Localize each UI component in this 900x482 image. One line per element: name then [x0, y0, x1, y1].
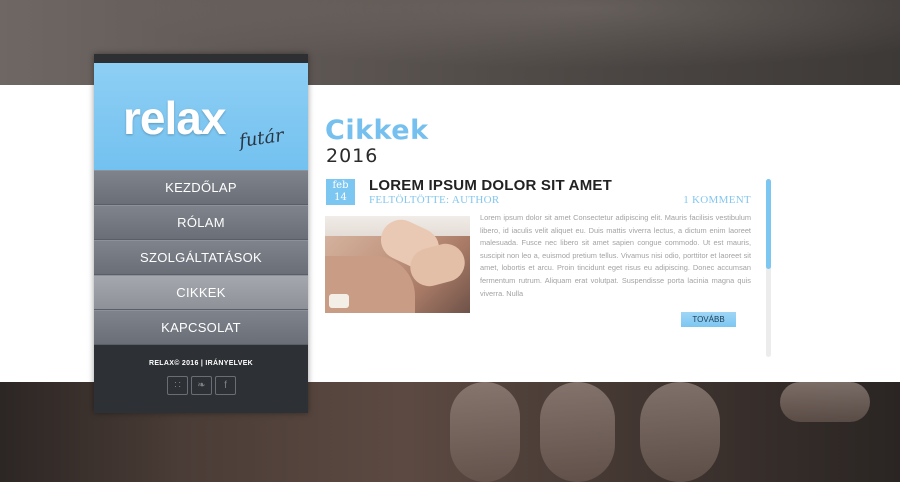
logo-main-text: relax [123, 92, 226, 144]
background-finger [450, 382, 520, 482]
post-comments-link[interactable]: 1 KOMMENT [683, 194, 751, 206]
post-date-badge: feb 14 [326, 179, 355, 205]
nav-item-kapcsolat[interactable]: KAPCSOLAT [94, 310, 308, 345]
main-nav: KEZDŐLAP RÓLAM SZOLGÁLTATÁSOK CIKKEK KAP… [94, 170, 308, 345]
sidebar: relax futár KEZDŐLAP RÓLAM SZOLGÁLTATÁSO… [94, 54, 308, 413]
sidebar-top-bar [94, 54, 308, 63]
logo[interactable]: relax futár [94, 63, 308, 170]
background-finger [780, 382, 870, 422]
background-finger [640, 382, 720, 482]
footer-copyright[interactable]: RELAX© 2016 | IRÁNYELVEK [94, 360, 308, 367]
page-year: 2016 [326, 145, 379, 167]
post-excerpt: Lorem ipsum dolor sit amet Consectetur a… [480, 213, 751, 298]
image-candle [329, 294, 349, 308]
rss-icon[interactable]: ∷ [167, 376, 188, 395]
page-title: Cikkek [325, 115, 429, 146]
sidebar-footer: RELAX© 2016 | IRÁNYELVEK ∷ ❧ f [94, 345, 308, 413]
post-date-month: feb [332, 180, 349, 191]
post-title[interactable]: LOREM IPSUM DOLOR SIT AMET [369, 177, 612, 194]
nav-item-szolgaltatasok[interactable]: SZOLGÁLTATÁSOK [94, 240, 308, 275]
read-more-button[interactable]: TOVÁBB [681, 312, 736, 327]
scrollbar-track[interactable] [766, 179, 771, 357]
nav-item-kezdolap[interactable]: KEZDŐLAP [94, 170, 308, 205]
twitter-icon[interactable]: ❧ [191, 376, 212, 395]
background-finger [540, 382, 615, 482]
post-image[interactable] [325, 216, 470, 313]
nav-item-cikkek[interactable]: CIKKEK [94, 275, 308, 310]
logo-sub-text: futár [237, 124, 286, 153]
scrollbar-thumb[interactable] [766, 179, 771, 269]
social-links: ∷ ❧ f [167, 376, 236, 395]
post-date-day: 14 [334, 192, 347, 203]
nav-item-rolam[interactable]: RÓLAM [94, 205, 308, 240]
post-author: FELTÖLTÖTTE: AUTHOR [369, 194, 500, 206]
facebook-icon[interactable]: f [215, 376, 236, 395]
